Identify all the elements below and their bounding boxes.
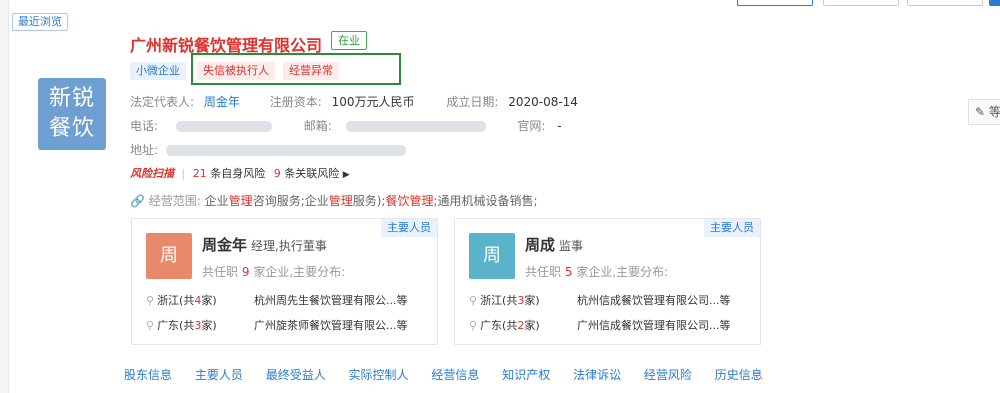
email-label: 邮箱: <box>303 119 332 133</box>
self-risk-count: 21 <box>192 167 207 180</box>
top-button-1[interactable] <box>737 0 813 6</box>
person-name-text[interactable]: 周金年 <box>202 236 247 254</box>
distribution-row: ⚲ 浙江(共3家) 杭州信成餐饮管理有限公司...等 <box>469 292 759 308</box>
province: 浙江(共 <box>157 294 195 307</box>
edit-label: 等 <box>988 105 1000 119</box>
tab-business-risk[interactable]: 经营风险 <box>644 368 692 382</box>
legal-rep-label: 法定代表人: <box>130 95 195 109</box>
related-risk-count: 9 <box>273 167 281 180</box>
legal-rep-link[interactable]: 周金年 <box>204 95 240 109</box>
tab-actual-controller[interactable]: 实际控制人 <box>349 368 409 382</box>
person-summary: 共任职 5 家企业,主要分布: <box>525 263 668 280</box>
risk-scan-logo: 风险扫描 <box>130 167 174 180</box>
scope-text: 企业 <box>204 194 229 208</box>
province: 浙江(共 <box>480 294 518 307</box>
phone-redacted <box>175 121 272 132</box>
related-risk-label[interactable]: 条关联风险 <box>284 167 339 180</box>
province: 广东(共 <box>157 319 195 332</box>
province-suffix: 家) <box>524 319 540 332</box>
capital-value: 100万元人民币 <box>331 95 415 109</box>
top-button-2[interactable] <box>823 0 899 6</box>
scope-text: 服务); <box>352 194 386 208</box>
location-icon: ⚲ <box>469 319 478 332</box>
person-name[interactable]: 周成 监事 <box>525 234 583 255</box>
edit-icon: ✎ <box>975 105 986 119</box>
info-row-1: 法定代表人: 周金年 注册资本: 100万元人民币 成立日期: 2020-08-… <box>130 93 578 110</box>
scope-highlight: 管理 <box>228 194 253 208</box>
person-card[interactable]: 主要人员 周 周成 监事 共任职 5 家企业,主要分布: ⚲ 浙江(共3家) 杭州信… <box>454 218 761 345</box>
count-suffix: 家企业,主要分布: <box>253 265 346 279</box>
avatar: 周 <box>146 233 192 279</box>
company-link[interactable]: 广州信成餐饮管理有限公司...等 <box>577 317 731 333</box>
section-tabs: 股东信息 主要人员 最终受益人 实际控制人 经营信息 知识产权 法律诉讼 经营风… <box>124 366 782 383</box>
scope-text: ;通用机械设备销售; <box>433 194 538 208</box>
role-tag: 主要人员 <box>704 219 760 237</box>
scope-label: 经营范围: <box>148 194 201 208</box>
tag-small-enterprise[interactable]: 小微企业 <box>130 62 186 80</box>
founded-label: 成立日期: <box>446 95 499 109</box>
capital-label: 注册资本: <box>269 95 322 109</box>
founded-value: 2020-08-14 <box>508 95 578 109</box>
tab-history[interactable]: 历史信息 <box>715 368 763 382</box>
distribution-row: ⚲ 广东(共2家) 广州信成餐饮管理有限公司...等 <box>469 317 759 333</box>
info-row-2: 电话: 邮箱: 官网: - <box>130 117 562 134</box>
tab-key-personnel[interactable]: 主要人员 <box>195 368 243 382</box>
count-prefix: 共任职 <box>525 265 562 279</box>
highlight-box <box>191 53 401 85</box>
count-value: 9 <box>241 265 250 279</box>
company-link[interactable]: 广州旋茶师餐饮管理有限公...等 <box>254 317 408 333</box>
distribution-row: ⚲ 浙江(共4家) 杭州周先生餐饮管理有限公...等 <box>146 292 436 308</box>
top-button-3[interactable] <box>907 0 983 6</box>
count-suffix: 家企业,主要分布: <box>576 265 669 279</box>
province-suffix: 家) <box>201 294 217 307</box>
link-icon: 🔗 <box>130 194 145 208</box>
province-suffix: 家) <box>201 319 217 332</box>
scope-highlight: 餐饮管理 <box>385 194 434 208</box>
self-risk-label[interactable]: 条自身风险 <box>210 167 265 180</box>
scope-text: 咨询服务;企业 <box>252 194 329 208</box>
phone-label: 电话: <box>130 119 159 133</box>
website-label: 官网: <box>517 119 546 133</box>
role-tag: 主要人员 <box>381 219 437 237</box>
count-value: 5 <box>564 265 573 279</box>
company-link[interactable]: 杭州信成餐饮管理有限公司...等 <box>577 292 731 308</box>
province: 广东(共 <box>480 319 518 332</box>
person-position: 经理,执行董事 <box>251 239 327 253</box>
risk-scan[interactable]: 风险扫描 | 21 条自身风险 9 条关联风险 ▶ <box>130 165 350 181</box>
logo-text-1: 新锐 <box>48 86 95 111</box>
location-icon: ⚲ <box>146 294 155 307</box>
address-label: 地址: <box>130 143 159 157</box>
person-name-text[interactable]: 周成 <box>525 236 555 254</box>
tab-shareholders[interactable]: 股东信息 <box>124 368 172 382</box>
email-redacted <box>345 121 486 132</box>
scope-highlight: 管理 <box>328 194 353 208</box>
person-card[interactable]: 主要人员 周 周金年 经理,执行董事 共任职 9 家企业,主要分布: ⚲ 浙江(共4… <box>131 218 438 345</box>
caret-right-icon: ▶ <box>342 170 350 180</box>
tab-ultimate-beneficiary[interactable]: 最终受益人 <box>266 368 326 382</box>
status-badge: 在业 <box>331 31 367 50</box>
avatar: 周 <box>469 233 515 279</box>
person-name[interactable]: 周金年 经理,执行董事 <box>202 234 327 255</box>
tab-litigation[interactable]: 法律诉讼 <box>573 368 621 382</box>
business-scope: 🔗 经营范围: 企业管理咨询服务;企业管理服务);餐饮管理;通用机械设备销售; <box>130 192 538 209</box>
company-link[interactable]: 杭州周先生餐饮管理有限公...等 <box>254 292 408 308</box>
location-icon: ⚲ <box>469 294 478 307</box>
logo-text-2: 餐饮 <box>48 116 95 141</box>
company-logo: 新锐 餐饮 <box>38 78 106 150</box>
count-prefix: 共任职 <box>202 265 239 279</box>
tab-ip[interactable]: 知识产权 <box>502 368 550 382</box>
edit-button[interactable]: ✎ 等 <box>968 99 1000 125</box>
location-icon: ⚲ <box>146 319 155 332</box>
province-suffix: 家) <box>524 294 540 307</box>
address-redacted <box>165 145 406 156</box>
tab-business-info[interactable]: 经营信息 <box>431 368 479 382</box>
info-row-3: 地址: <box>130 141 406 158</box>
website-value: - <box>557 119 562 133</box>
person-summary: 共任职 9 家企业,主要分布: <box>202 263 345 280</box>
risk-separator: | <box>181 167 186 180</box>
distribution-row: ⚲ 广东(共3家) 广州旋茶师餐饮管理有限公...等 <box>146 317 436 333</box>
person-position: 监事 <box>559 239 584 253</box>
recent-viewed-badge[interactable]: 最近浏览 <box>12 13 68 31</box>
top-button-4[interactable] <box>989 0 1000 6</box>
